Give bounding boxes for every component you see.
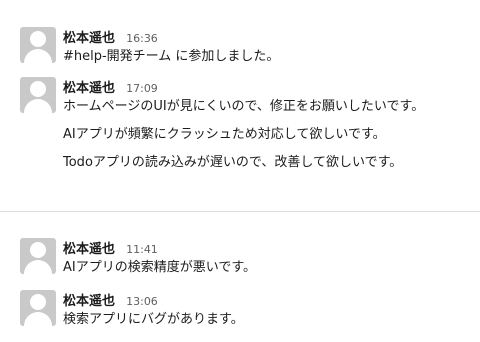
message-text: ホームページのUIが見にくいので、修正をお願いしたいです。 <box>63 99 425 114</box>
avatar-head-shape <box>30 242 46 258</box>
avatar-body-shape <box>24 99 52 113</box>
avatar-body-shape <box>24 49 52 63</box>
message-text: Todoアプリの読み込みが遅いので、改善して欲しいです。 <box>63 155 403 170</box>
avatar-head-shape <box>30 31 46 47</box>
message-text: 検索アプリにバグがあります。 <box>63 312 244 327</box>
avatar[interactable] <box>20 27 56 63</box>
message-header: 松本遥也 17:09 <box>63 77 470 97</box>
message-content: 松本遥也 17:09 ホームページのUIが見にくいので、修正をお願いしたいです。… <box>63 77 470 173</box>
message-header: 松本遥也 13:06 <box>63 290 470 310</box>
message-text: #help-開発チーム に参加しました。 <box>63 49 280 64</box>
timestamp[interactable]: 13:06 <box>126 295 158 308</box>
message-content: 松本遥也 11:41 AIアプリの検索精度が悪いです。 <box>63 238 470 278</box>
avatar-head-shape <box>30 294 46 310</box>
timestamp[interactable]: 17:09 <box>126 82 158 95</box>
timestamp[interactable]: 16:36 <box>126 32 158 45</box>
message-content: 松本遥也 16:36 #help-開発チーム に参加しました。 <box>63 27 470 67</box>
message-header: 松本遥也 16:36 <box>63 27 470 47</box>
message-text: AIアプリの検索精度が悪いです。 <box>63 260 257 275</box>
message-header: 松本遥也 11:41 <box>63 238 470 258</box>
message-text: AIアプリが頻繁にクラッシュため対応して欲しいです。 <box>63 127 386 142</box>
avatar-body-shape <box>24 260 52 274</box>
sender-name[interactable]: 松本遥也 <box>63 31 115 46</box>
avatar[interactable] <box>20 77 56 113</box>
date-divider <box>0 211 480 212</box>
sender-name[interactable]: 松本遥也 <box>63 294 115 309</box>
sender-name[interactable]: 松本遥也 <box>63 81 115 96</box>
avatar-head-shape <box>30 81 46 97</box>
message-content: 松本遥也 13:06 検索アプリにバグがあります。 <box>63 290 470 330</box>
timestamp[interactable]: 11:41 <box>126 243 158 256</box>
sender-name[interactable]: 松本遥也 <box>63 242 115 257</box>
avatar-body-shape <box>24 312 52 326</box>
avatar[interactable] <box>20 238 56 274</box>
avatar[interactable] <box>20 290 56 326</box>
